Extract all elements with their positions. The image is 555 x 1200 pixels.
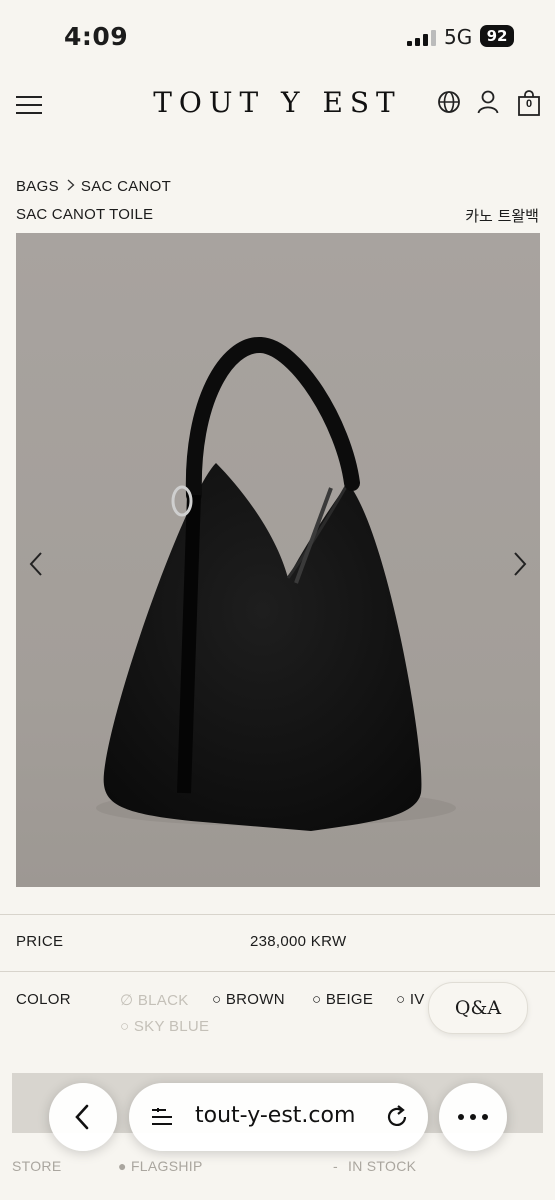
product-name: SAC CANOT TOILE — [16, 206, 154, 223]
flagship-text: FLAGSHIP — [130, 1158, 203, 1174]
divider — [0, 971, 555, 972]
site-header — [0, 72, 555, 134]
stock-dash: - — [333, 1158, 338, 1174]
prev-image-arrow-icon[interactable] — [26, 550, 46, 578]
globe-icon[interactable] — [437, 90, 461, 114]
signal-icon — [407, 30, 436, 46]
network-label: 5G — [444, 25, 473, 49]
radio-circle-icon: ○ — [312, 991, 326, 1008]
unavailable-icon: ∅ — [120, 992, 138, 1009]
bag-illustration — [96, 337, 456, 831]
battery-indicator: 92 — [480, 25, 514, 47]
browser-more-button[interactable] — [439, 1083, 507, 1151]
qa-button[interactable]: Q&A — [428, 982, 528, 1034]
reload-icon[interactable] — [384, 1104, 410, 1130]
flagship-label: ● FLAGSHIP — [118, 1158, 203, 1174]
color-option-label: SKY BLUE — [133, 1018, 210, 1035]
color-option-label: IV — [409, 991, 425, 1008]
color-option-label: BEIGE — [325, 991, 374, 1008]
status-bar: 4:09 5G 92 — [0, 0, 555, 72]
radio-circle-icon: ○ — [120, 1018, 134, 1035]
breadcrumb: BAGS SAC CANOT — [16, 178, 171, 195]
chevron-right-icon — [67, 179, 75, 191]
product-image — [16, 233, 540, 887]
browser-back-button[interactable] — [49, 1083, 117, 1151]
color-option-brown[interactable]: ○ BROWN — [212, 991, 285, 1008]
hamburger-menu-icon[interactable] — [16, 95, 42, 115]
color-option-sky-blue[interactable]: ○ SKY BLUE — [120, 1018, 209, 1035]
color-option-ivory[interactable]: ○ IV — [396, 991, 425, 1008]
back-chevron-icon — [75, 1104, 89, 1130]
color-option-beige[interactable]: ○ BEIGE — [312, 991, 373, 1008]
color-label: COLOR — [16, 991, 71, 1008]
page-settings-icon[interactable] — [151, 1107, 173, 1127]
breadcrumb-sac-canot[interactable]: SAC CANOT — [81, 178, 171, 195]
price-value: 238,000 KRW — [250, 933, 347, 950]
color-option-label: BLACK — [137, 992, 189, 1009]
price-label: PRICE — [16, 933, 64, 950]
cart-count: 0 — [525, 98, 533, 110]
color-option-black[interactable]: ∅ BLACK — [120, 991, 189, 1009]
status-time: 4:09 — [64, 22, 129, 51]
divider — [0, 914, 555, 915]
radio-circle-icon: ○ — [396, 991, 410, 1008]
more-dots-icon — [458, 1114, 488, 1120]
radio-circle-icon: ○ — [212, 991, 226, 1008]
product-name-korean: 카노 트왈백 — [465, 207, 539, 225]
store-label: STORE — [12, 1158, 62, 1174]
user-icon[interactable] — [477, 90, 499, 114]
stock-label: IN STOCK — [348, 1158, 417, 1174]
url-text: tout-y-est.com — [195, 1103, 356, 1128]
next-image-arrow-icon[interactable] — [510, 550, 530, 578]
color-option-label: BROWN — [225, 991, 285, 1008]
breadcrumb-bags[interactable]: BAGS — [16, 178, 59, 195]
